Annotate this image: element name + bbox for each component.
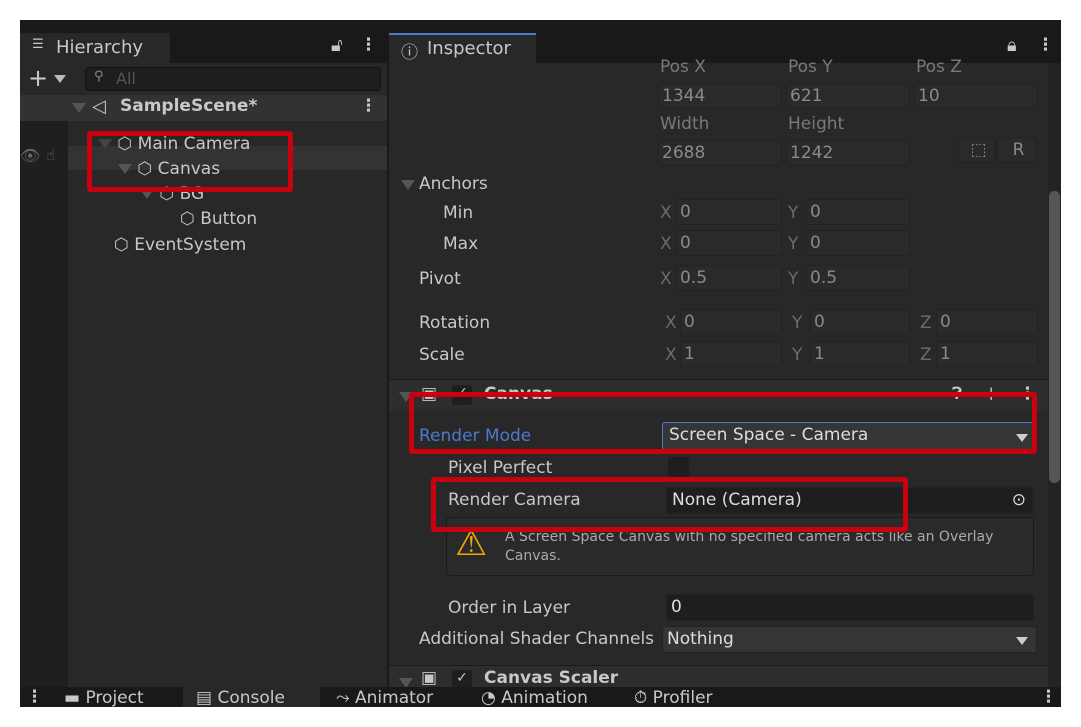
tab-profiler[interactable]: ⏱ Profiler (634, 688, 713, 707)
pickable-icon[interactable]: ☝︎ (46, 146, 55, 164)
list-icon: ☰ (32, 37, 44, 52)
lock-icon[interactable]: 🔒︎ (1007, 35, 1017, 56)
lock-icon[interactable]: 🔓︎ (331, 35, 343, 56)
raw-edit-button[interactable]: R (997, 137, 1037, 163)
search-icon: ⚲ (94, 69, 104, 84)
tab-animation[interactable]: ◔ Animation (481, 688, 588, 707)
bottom-tab-bar: ⋮ ▬ Project ▤ Console ⤳ Animator ◔ Anima… (20, 687, 1061, 707)
width-field[interactable]: 2688 (658, 140, 782, 166)
unity-editor: ☰ Hierarchy 🔓︎ ⋮ + ⚲ All ◁ SampleScene* … (20, 20, 1061, 707)
pivot-y[interactable]: 0.5 (806, 265, 910, 291)
more-icon[interactable]: ⋮ (360, 35, 377, 55)
list-item[interactable]: ⬡ EventSystem (114, 235, 246, 255)
anchor-min-y[interactable]: 0 (806, 199, 910, 225)
hierarchy-tab[interactable]: ☰ Hierarchy (20, 33, 170, 63)
canvas-scaler-header[interactable]: ▣ ✓ Canvas Scaler (389, 665, 1049, 687)
info-icon: ⓘ (401, 43, 418, 63)
more-icon[interactable]: ⋮ (1037, 35, 1054, 55)
rotation-y[interactable]: 0 (810, 309, 910, 335)
scale-z[interactable]: 1 (936, 341, 1038, 367)
inspector-tab[interactable]: ⓘ Inspector (389, 33, 536, 63)
cube-icon: ⬡ (114, 235, 129, 255)
pos-y-field[interactable]: 621 (786, 83, 910, 109)
cube-icon: ⬡ (180, 209, 195, 229)
highlight-box-render-mode (409, 392, 1037, 454)
tab-project[interactable]: ▬ Project (64, 688, 144, 707)
tab-animator[interactable]: ⤳ Animator (336, 688, 433, 707)
anchor-min-x[interactable]: 0 (676, 199, 782, 225)
list-item[interactable]: ⬡ Button (180, 209, 257, 229)
scene-row[interactable]: ◁ SampleScene* ⋮ (20, 95, 387, 121)
pivot-x[interactable]: 0.5 (676, 265, 782, 291)
shader-channels-dropdown[interactable]: Nothing (662, 626, 1037, 653)
search-input[interactable]: ⚲ All (85, 67, 381, 91)
dropdown-icon[interactable] (54, 75, 66, 83)
pos-x-field[interactable]: 1344 (658, 83, 782, 109)
pixel-perfect-checkbox[interactable] (668, 457, 689, 477)
tab-console[interactable]: ▤ Console (196, 688, 285, 707)
highlight-box-canvas (87, 131, 293, 192)
anchor-max-x[interactable]: 0 (676, 230, 782, 256)
add-icon[interactable]: + (28, 64, 48, 92)
blueprint-button[interactable]: ⬚ (958, 137, 996, 163)
object-picker-icon[interactable]: ⊙ (1012, 488, 1026, 512)
inspector-panel: ⓘ Inspector 🔒︎ ⋮ Pos X Pos Y Pos Z 1344 … (389, 33, 1061, 687)
scale-y[interactable]: 1 (810, 341, 910, 367)
highlight-box-render-camera (431, 477, 908, 532)
rotation-x[interactable]: 0 (680, 309, 782, 335)
scrollbar-thumb[interactable] (1049, 191, 1060, 483)
hierarchy-title: Hierarchy (56, 37, 144, 58)
scale-x[interactable]: 1 (680, 341, 782, 367)
pos-z-field[interactable]: 10 (914, 83, 1038, 109)
scrollbar[interactable] (1048, 63, 1061, 687)
order-in-layer-field[interactable]: 0 (666, 594, 1034, 621)
rotation-z[interactable]: 0 (936, 309, 1038, 335)
anchor-max-y[interactable]: 0 (806, 230, 910, 256)
more-icon[interactable]: ⋮ (360, 96, 377, 116)
visibility-icon[interactable]: 👁︎ (20, 146, 40, 165)
height-field[interactable]: 1242 (786, 140, 910, 166)
unity-icon: ◁ (92, 96, 106, 117)
